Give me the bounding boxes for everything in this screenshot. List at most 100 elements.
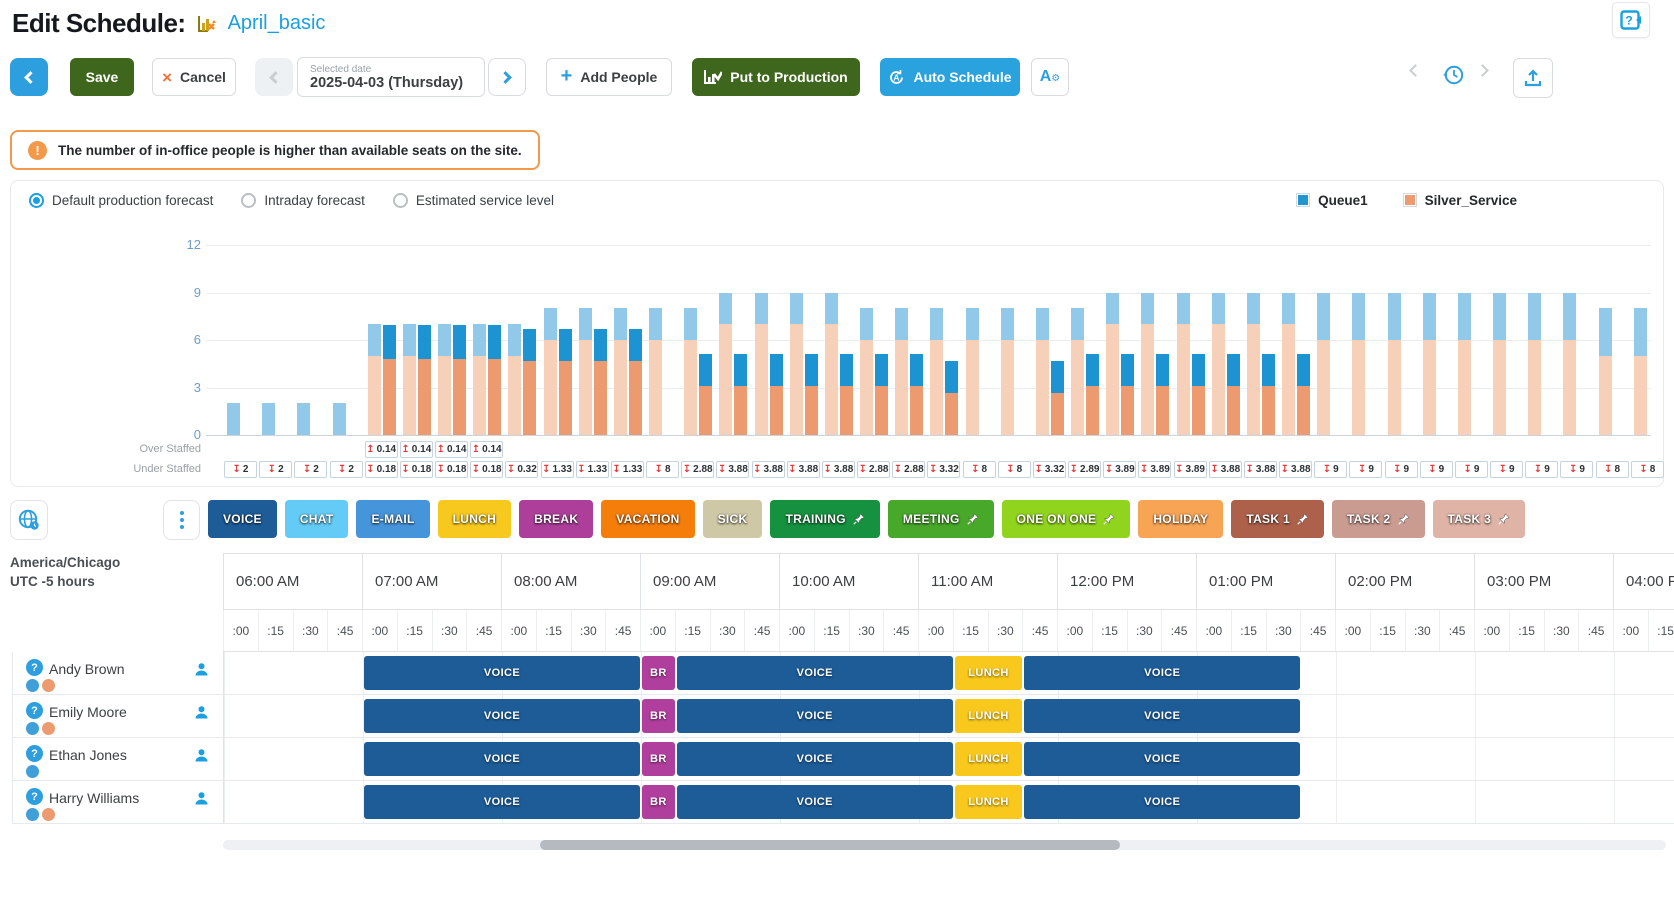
shift-block-voice[interactable]: VOICE: [364, 699, 640, 733]
employee-help-icon[interactable]: ?: [26, 659, 43, 676]
timeline-quarter[interactable]: :00: [1196, 610, 1231, 651]
employee-cell[interactable]: ?Emily Moore: [13, 695, 224, 737]
timeline-quarter[interactable]: :45: [1300, 610, 1335, 651]
history-button[interactable]: [1440, 62, 1466, 88]
timeline-hour-9[interactable]: 03:00 PM: [1474, 554, 1613, 609]
auto-schedule-button[interactable]: A Auto Schedule: [880, 58, 1020, 96]
timeline-quarter[interactable]: :00: [362, 610, 397, 651]
shift-block-voice[interactable]: VOICE: [364, 785, 640, 819]
shift-block-lunch[interactable]: LUNCH: [955, 699, 1023, 733]
activity-button-task-3[interactable]: TASK 3: [1433, 500, 1526, 538]
history-previous-button[interactable]: [1408, 66, 1420, 75]
timeline-quarter[interactable]: :45: [883, 610, 918, 651]
timeline-hour-0[interactable]: 06:00 AM: [223, 554, 362, 609]
activity-button-break[interactable]: BREAK: [519, 500, 593, 538]
shift-block-voice[interactable]: VOICE: [364, 742, 640, 776]
schedule-options-menu-button[interactable]: [163, 500, 200, 540]
employee-cell[interactable]: ?Ethan Jones: [13, 738, 224, 780]
horizontal-scrollbar[interactable]: [223, 840, 1666, 850]
shift-block-voice[interactable]: VOICE: [677, 699, 953, 733]
timeline-quarter[interactable]: :00: [918, 610, 953, 651]
timeline-hour-3[interactable]: 09:00 AM: [640, 554, 779, 609]
auto-schedule-settings-button[interactable]: A⚙: [1031, 58, 1069, 96]
timeline-quarter[interactable]: :45: [1439, 610, 1474, 651]
employee-cell[interactable]: ?Harry Williams: [13, 781, 224, 823]
activity-button-task-2[interactable]: TASK 2: [1332, 500, 1425, 538]
employee-help-icon[interactable]: ?: [26, 745, 43, 762]
timeline-quarter[interactable]: :30: [432, 610, 467, 651]
shift-block-lunch[interactable]: LUNCH: [955, 656, 1023, 690]
person-icon[interactable]: [194, 748, 209, 768]
timeline-quarter[interactable]: :45: [327, 610, 362, 651]
timeline-quarter[interactable]: :15: [1231, 610, 1266, 651]
person-icon[interactable]: [194, 705, 209, 725]
timeline-quarter[interactable]: :00: [1057, 610, 1092, 651]
person-icon[interactable]: [194, 662, 209, 682]
timeline-quarter[interactable]: :15: [675, 610, 710, 651]
timeline-quarter[interactable]: :15: [953, 610, 988, 651]
timeline-quarter[interactable]: :45: [466, 610, 501, 651]
timeline-quarter[interactable]: :30: [1127, 610, 1162, 651]
timeline-quarter[interactable]: :15: [1509, 610, 1544, 651]
timeline-quarter[interactable]: :00: [779, 610, 814, 651]
timeline-quarter[interactable]: :00: [501, 610, 536, 651]
selected-date-field[interactable]: Selected date 2025-04-03 (Thursday): [297, 57, 485, 97]
employee-schedule-track[interactable]: VOICEBRVOICELUNCHVOICE: [224, 652, 1674, 694]
shift-block-voice[interactable]: VOICE: [1024, 699, 1300, 733]
timeline-quarter[interactable]: :45: [1022, 610, 1057, 651]
timeline-hour-7[interactable]: 01:00 PM: [1196, 554, 1335, 609]
activity-button-chat[interactable]: CHAT: [285, 500, 349, 538]
timeline-quarter[interactable]: :00: [223, 610, 258, 651]
timeline-hour-8[interactable]: 02:00 PM: [1335, 554, 1474, 609]
timeline-hour-5[interactable]: 11:00 AM: [918, 554, 1057, 609]
timeline-quarter[interactable]: :00: [1613, 610, 1648, 651]
export-button[interactable]: [1513, 58, 1553, 98]
activity-button-voice[interactable]: VOICE: [208, 500, 277, 538]
shift-block-voice[interactable]: VOICE: [1024, 785, 1300, 819]
employee-schedule-track[interactable]: VOICEBRVOICELUNCHVOICE: [224, 781, 1674, 823]
shift-block-voice[interactable]: VOICE: [677, 785, 953, 819]
shift-block-lunch[interactable]: LUNCH: [955, 785, 1023, 819]
timeline-hour-1[interactable]: 07:00 AM: [362, 554, 501, 609]
shift-block-voice[interactable]: VOICE: [677, 742, 953, 776]
put-to-production-button[interactable]: Put to Production: [692, 58, 860, 96]
activity-button-training[interactable]: TRAINING: [770, 500, 879, 538]
timeline-quarter[interactable]: :30: [1544, 610, 1579, 651]
timeline-quarter[interactable]: :45: [1161, 610, 1196, 651]
shift-block-voice[interactable]: VOICE: [677, 656, 953, 690]
timeline-quarter[interactable]: :45: [1578, 610, 1613, 651]
save-button[interactable]: Save: [70, 58, 134, 96]
timeline-quarter[interactable]: :45: [605, 610, 640, 651]
timeline-quarter[interactable]: :30: [849, 610, 884, 651]
activity-button-e-mail[interactable]: E-MAIL: [356, 500, 429, 538]
shift-block-lunch[interactable]: LUNCH: [955, 742, 1023, 776]
activity-button-meeting[interactable]: MEETING: [888, 500, 994, 538]
timeline-quarter[interactable]: :15: [1648, 610, 1674, 651]
timeline-quarter[interactable]: :30: [293, 610, 328, 651]
employee-help-icon[interactable]: ?: [26, 788, 43, 805]
back-button[interactable]: [10, 58, 48, 96]
timeline-quarter[interactable]: :30: [1405, 610, 1440, 651]
timeline-hour-6[interactable]: 12:00 PM: [1057, 554, 1196, 609]
shift-block-voice[interactable]: VOICE: [1024, 742, 1300, 776]
activity-button-sick[interactable]: SICK: [703, 500, 763, 538]
activity-button-vacation[interactable]: VACATION: [601, 500, 694, 538]
timeline-quarter[interactable]: :15: [814, 610, 849, 651]
activity-button-holiday[interactable]: HOLIDAY: [1138, 500, 1223, 538]
timeline-quarter[interactable]: :15: [1370, 610, 1405, 651]
timeline-quarter[interactable]: :15: [258, 610, 293, 651]
timeline-quarter[interactable]: :30: [1266, 610, 1301, 651]
cancel-button[interactable]: ×Cancel: [152, 58, 236, 96]
person-icon[interactable]: [194, 791, 209, 811]
shift-block-voice[interactable]: VOICE: [1024, 656, 1300, 690]
activity-button-lunch[interactable]: LUNCH: [438, 500, 512, 538]
timeline-quarter[interactable]: :30: [988, 610, 1023, 651]
activity-button-task-1[interactable]: TASK 1: [1231, 500, 1324, 538]
scrollbar-thumb[interactable]: [540, 840, 1120, 850]
timeline-quarter[interactable]: :15: [1092, 610, 1127, 651]
timeline-quarter[interactable]: :45: [744, 610, 779, 651]
shift-block-br[interactable]: BR: [642, 656, 675, 690]
employee-schedule-track[interactable]: VOICEBRVOICELUNCHVOICE: [224, 695, 1674, 737]
shift-block-br[interactable]: BR: [642, 785, 675, 819]
timezone-button[interactable]: [10, 500, 48, 540]
